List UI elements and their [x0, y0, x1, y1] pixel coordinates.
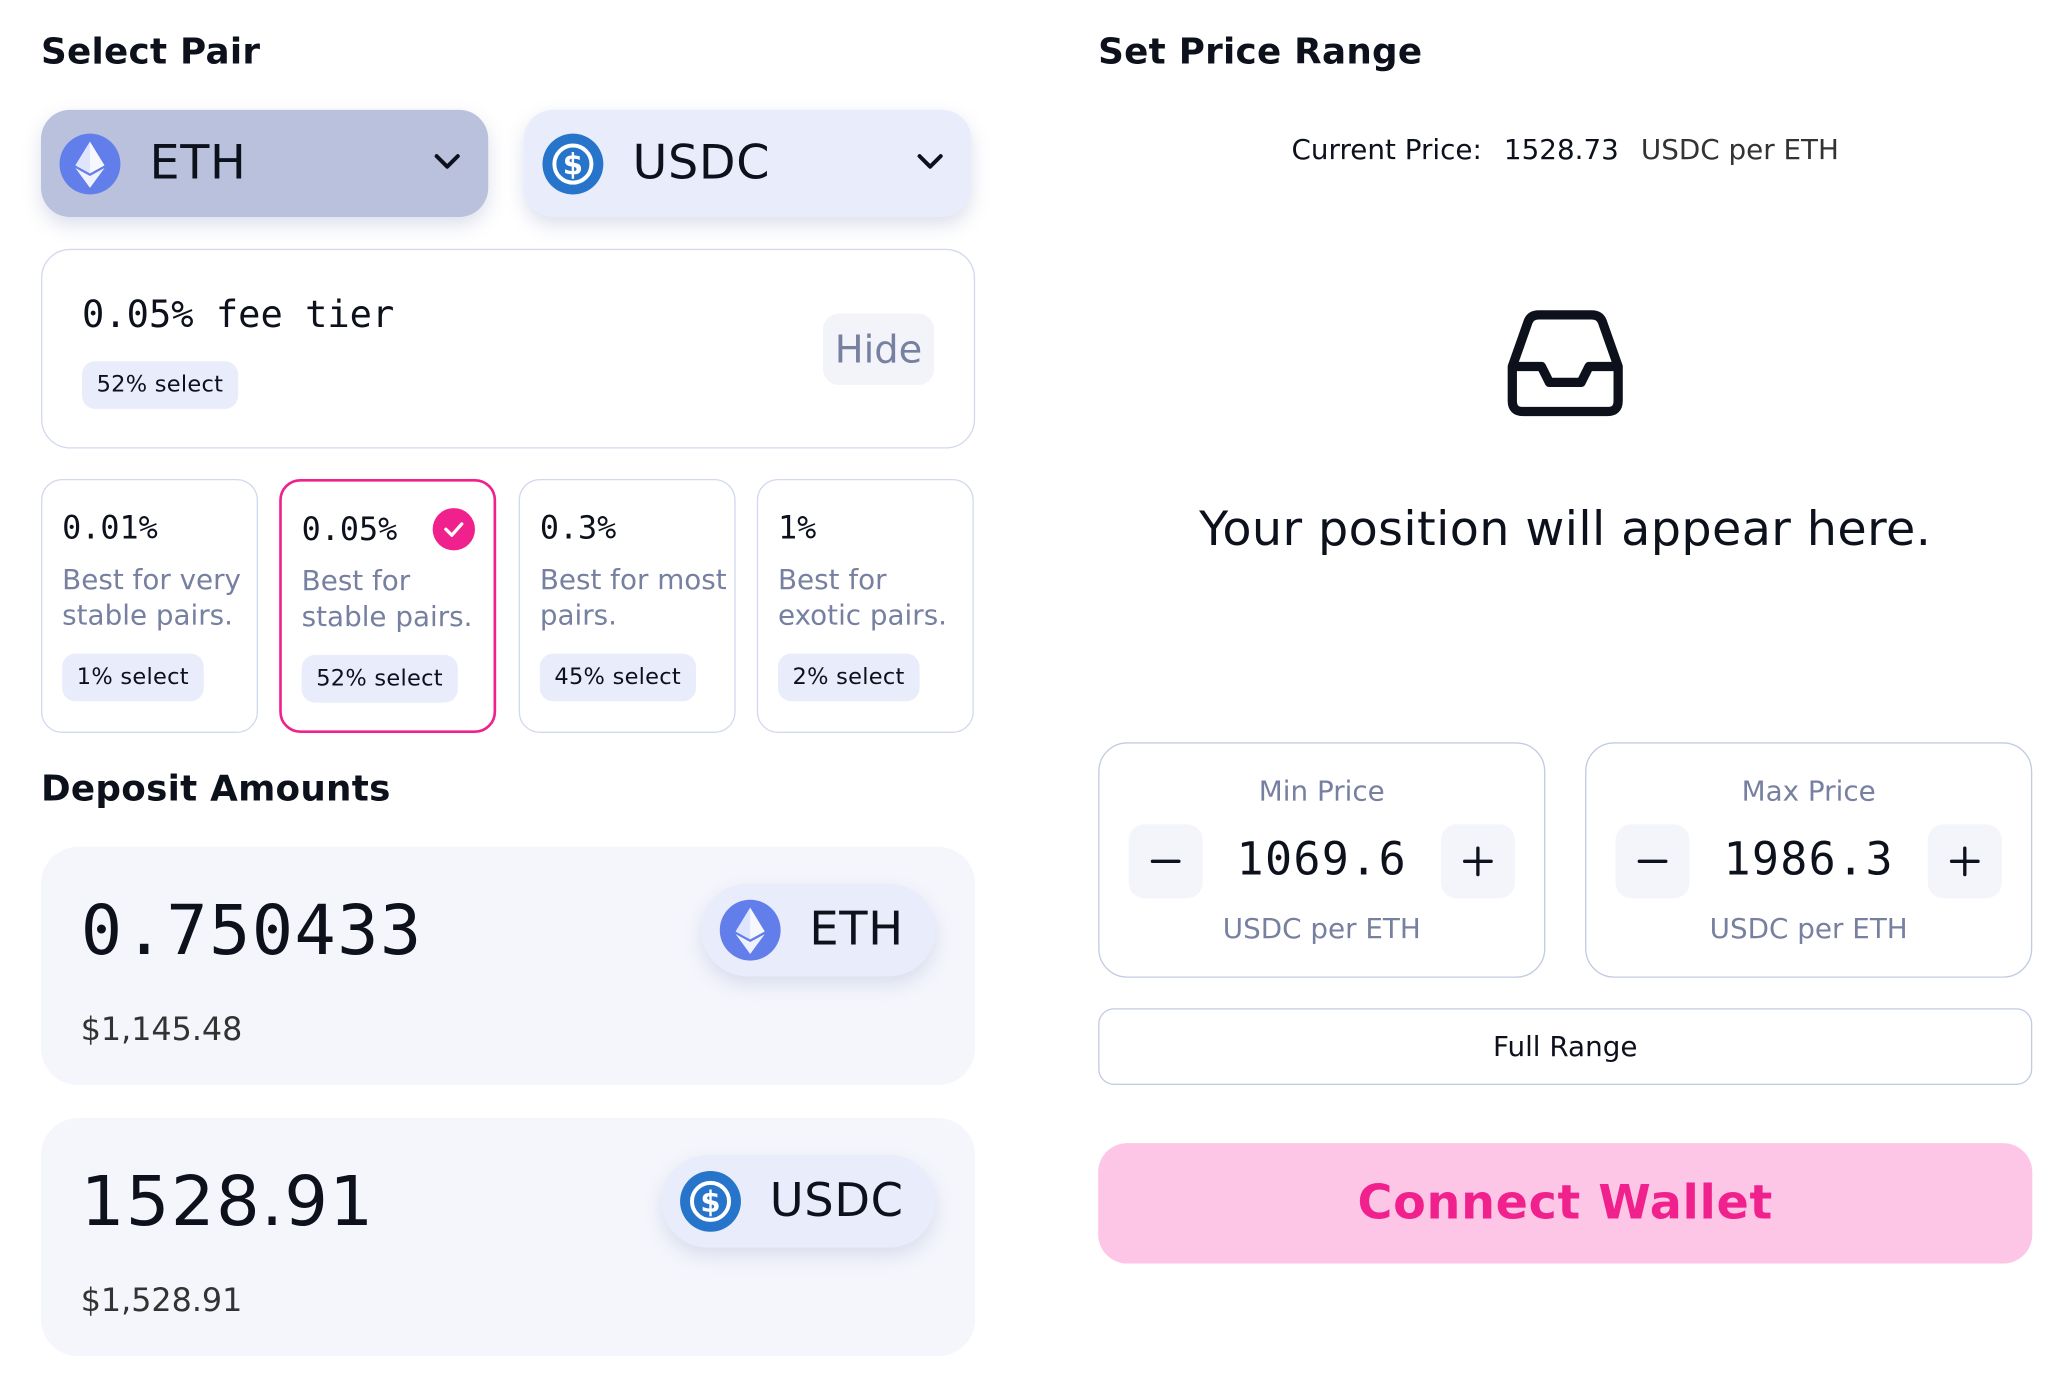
- usdc-icon: $: [542, 132, 604, 194]
- fee-tier-desc: Best for very stable pairs.: [62, 563, 241, 632]
- fee-tier-desc: Best for stable pairs.: [301, 564, 473, 633]
- fee-tier-badge: 45% select: [539, 653, 696, 702]
- plus-icon: [1949, 846, 1980, 877]
- full-range-button[interactable]: Full Range: [1098, 1008, 2033, 1085]
- fee-tier-badge: 1% select: [62, 653, 204, 702]
- fee-tier-option[interactable]: 1% Best for exotic pairs. 2% select: [756, 478, 974, 733]
- fee-tier-desc: Best for most pairs.: [539, 563, 727, 632]
- set-price-range-title: Set Price Range: [1098, 31, 1423, 73]
- fee-tier-badge: 52% select: [82, 361, 238, 409]
- connect-wallet-button[interactable]: Connect Wallet: [1098, 1143, 2033, 1264]
- max-price-unit: USDC per ETH: [1709, 912, 1908, 945]
- min-price-unit: USDC per ETH: [1222, 912, 1421, 945]
- deposit-card-eth: 0.750433 $1,145.48 ETH: [41, 846, 976, 1085]
- min-price-box: Min Price 1069.6 USDC per ETH: [1098, 742, 1546, 978]
- current-price-value: 1528.73: [1503, 133, 1619, 166]
- check-icon: [432, 508, 475, 551]
- inbox-icon: [1499, 308, 1631, 424]
- fee-tier-option[interactable]: 0.3% Best for most pairs. 45% select: [518, 478, 736, 733]
- current-price-unit: USDC per ETH: [1640, 133, 1839, 166]
- deposit-amounts-title: Deposit Amounts: [41, 768, 391, 810]
- increment-max-price-button[interactable]: [1927, 824, 2002, 899]
- max-price-box: Max Price 1986.3 USDC per ETH: [1585, 742, 2033, 978]
- fee-tier-desc: Best for exotic pairs.: [777, 563, 948, 632]
- plus-icon: [1463, 846, 1493, 877]
- token-b-select[interactable]: $ USDC: [523, 109, 972, 217]
- deposit-usd-value: $1,528.91: [80, 1282, 243, 1320]
- deposit-token-symbol: USDC: [769, 1174, 904, 1228]
- fee-tier-badge: 52% select: [301, 654, 458, 703]
- fee-tier-badge: 2% select: [777, 653, 920, 702]
- deposit-usd-value: $1,145.48: [80, 1010, 243, 1048]
- svg-text:$: $: [563, 147, 583, 181]
- current-price-label: Current Price:: [1291, 133, 1482, 166]
- chevron-down-icon: [434, 154, 460, 169]
- deposit-token-button[interactable]: ETH: [700, 883, 936, 977]
- current-price-row: Current Price: 1528.73 USDC per ETH: [1098, 134, 2032, 166]
- chevron-down-icon: [917, 154, 943, 169]
- increment-min-price-button[interactable]: [1440, 824, 1515, 899]
- select-pair-title: Select Pair: [41, 31, 261, 73]
- deposit-token-button[interactable]: $ USDC: [661, 1155, 936, 1248]
- fee-tier-pct: 0.3%: [539, 509, 617, 547]
- deposit-card-usdc: 1528.91 $1,528.91 $ USDC: [41, 1118, 976, 1357]
- fee-tier-pct: 0.05%: [301, 510, 398, 548]
- token-a-symbol: ETH: [149, 136, 247, 191]
- fee-tier-option[interactable]: 0.01% Best for very stable pairs. 1% sel…: [41, 478, 259, 733]
- hide-button[interactable]: Hide: [822, 313, 935, 386]
- svg-text:$: $: [700, 1185, 720, 1219]
- max-price-label: Max Price: [1741, 775, 1876, 808]
- deposit-amount-input[interactable]: 0.750433: [81, 892, 423, 971]
- deposit-token-symbol: ETH: [809, 903, 904, 957]
- fee-tier-pct: 0.01%: [62, 509, 158, 547]
- min-price-label: Min Price: [1258, 775, 1385, 808]
- fee-tier-summary: 0.05% fee tier 52% select Hide: [41, 248, 976, 449]
- deposit-amount-input[interactable]: 1528.91: [81, 1163, 375, 1242]
- fee-tier-title: 0.05% fee tier: [82, 292, 395, 337]
- token-a-select[interactable]: ETH: [41, 109, 489, 217]
- fee-tier-option-selected[interactable]: 0.05% Best for stable pairs. 52% select: [279, 478, 497, 733]
- eth-icon: [59, 132, 121, 194]
- empty-state-message: Your position will appear here.: [1199, 502, 1932, 558]
- eth-icon: [719, 899, 781, 961]
- token-b-symbol: USDC: [632, 136, 771, 191]
- fee-tier-pct: 1%: [777, 509, 817, 547]
- usdc-icon: $: [679, 1170, 741, 1232]
